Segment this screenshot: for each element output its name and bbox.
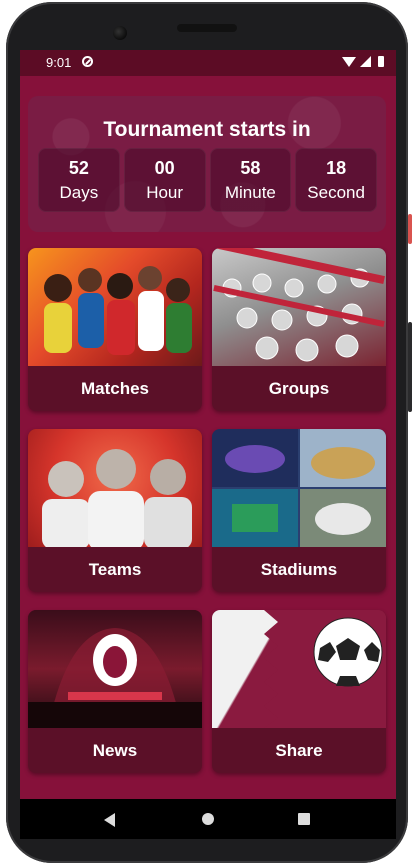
teams-label: Teams xyxy=(88,559,142,579)
news-label: News xyxy=(92,740,138,760)
countdown-minutes: 58 Minute xyxy=(209,148,292,212)
status-time: 9:01 xyxy=(46,55,72,70)
battery-icon xyxy=(378,56,384,67)
volume-button xyxy=(408,322,412,412)
countdown-hours: 00 Hour xyxy=(123,148,206,212)
countdown-title: Tournament starts in xyxy=(103,118,311,141)
countdown-minutes-value: 58 xyxy=(240,158,261,178)
teams-card[interactable]: Teams xyxy=(28,429,202,592)
earpiece-speaker xyxy=(177,24,237,32)
recent-apps-icon[interactable] xyxy=(298,813,310,825)
android-navigation-bar xyxy=(20,799,396,839)
back-icon[interactable] xyxy=(104,813,115,827)
countdown-boxes: 52 Days 00 Hour 58 Minute 18 Second xyxy=(38,148,377,212)
stadiums-label: Stadiums xyxy=(260,559,338,579)
news-card[interactable]: News xyxy=(28,610,202,773)
matches-image xyxy=(28,248,202,366)
countdown-seconds-value: 18 xyxy=(326,158,347,178)
matches-label: Matches xyxy=(80,378,150,398)
share-image xyxy=(212,610,386,728)
app-screen: 9:01 Tournament starts in 52 Days 00 Hou… xyxy=(20,50,396,799)
stadiums-card[interactable]: Stadiums xyxy=(212,429,386,592)
countdown-days-unit: Days xyxy=(59,183,99,202)
groups-card[interactable]: Groups xyxy=(212,248,386,411)
countdown-seconds: 18 Second xyxy=(295,148,377,212)
countdown-minutes-unit: Minute xyxy=(224,183,276,202)
home-icon[interactable] xyxy=(202,813,214,825)
front-camera xyxy=(113,26,127,40)
countdown-hours-unit: Hour xyxy=(146,183,184,202)
do-not-disturb-icon xyxy=(82,56,93,67)
share-label: Share xyxy=(275,740,323,760)
groups-image xyxy=(212,248,386,366)
countdown-panel: Tournament starts in 52 Days 00 Hour 58 … xyxy=(28,96,386,232)
countdown-seconds-unit: Second xyxy=(307,183,365,202)
groups-label: Groups xyxy=(268,378,330,398)
status-bar: 9:01 xyxy=(20,50,396,76)
signal-icon xyxy=(360,56,371,67)
share-card[interactable]: Share xyxy=(212,610,386,773)
stadiums-image xyxy=(212,429,386,547)
wifi-icon xyxy=(342,57,356,67)
countdown-hours-value: 00 xyxy=(154,158,175,178)
countdown-days: 52 Days xyxy=(38,148,120,212)
power-button xyxy=(408,214,412,244)
news-image xyxy=(28,610,202,728)
countdown-days-value: 52 xyxy=(68,158,89,178)
matches-card[interactable]: Matches xyxy=(28,248,202,411)
teams-image xyxy=(28,429,202,547)
